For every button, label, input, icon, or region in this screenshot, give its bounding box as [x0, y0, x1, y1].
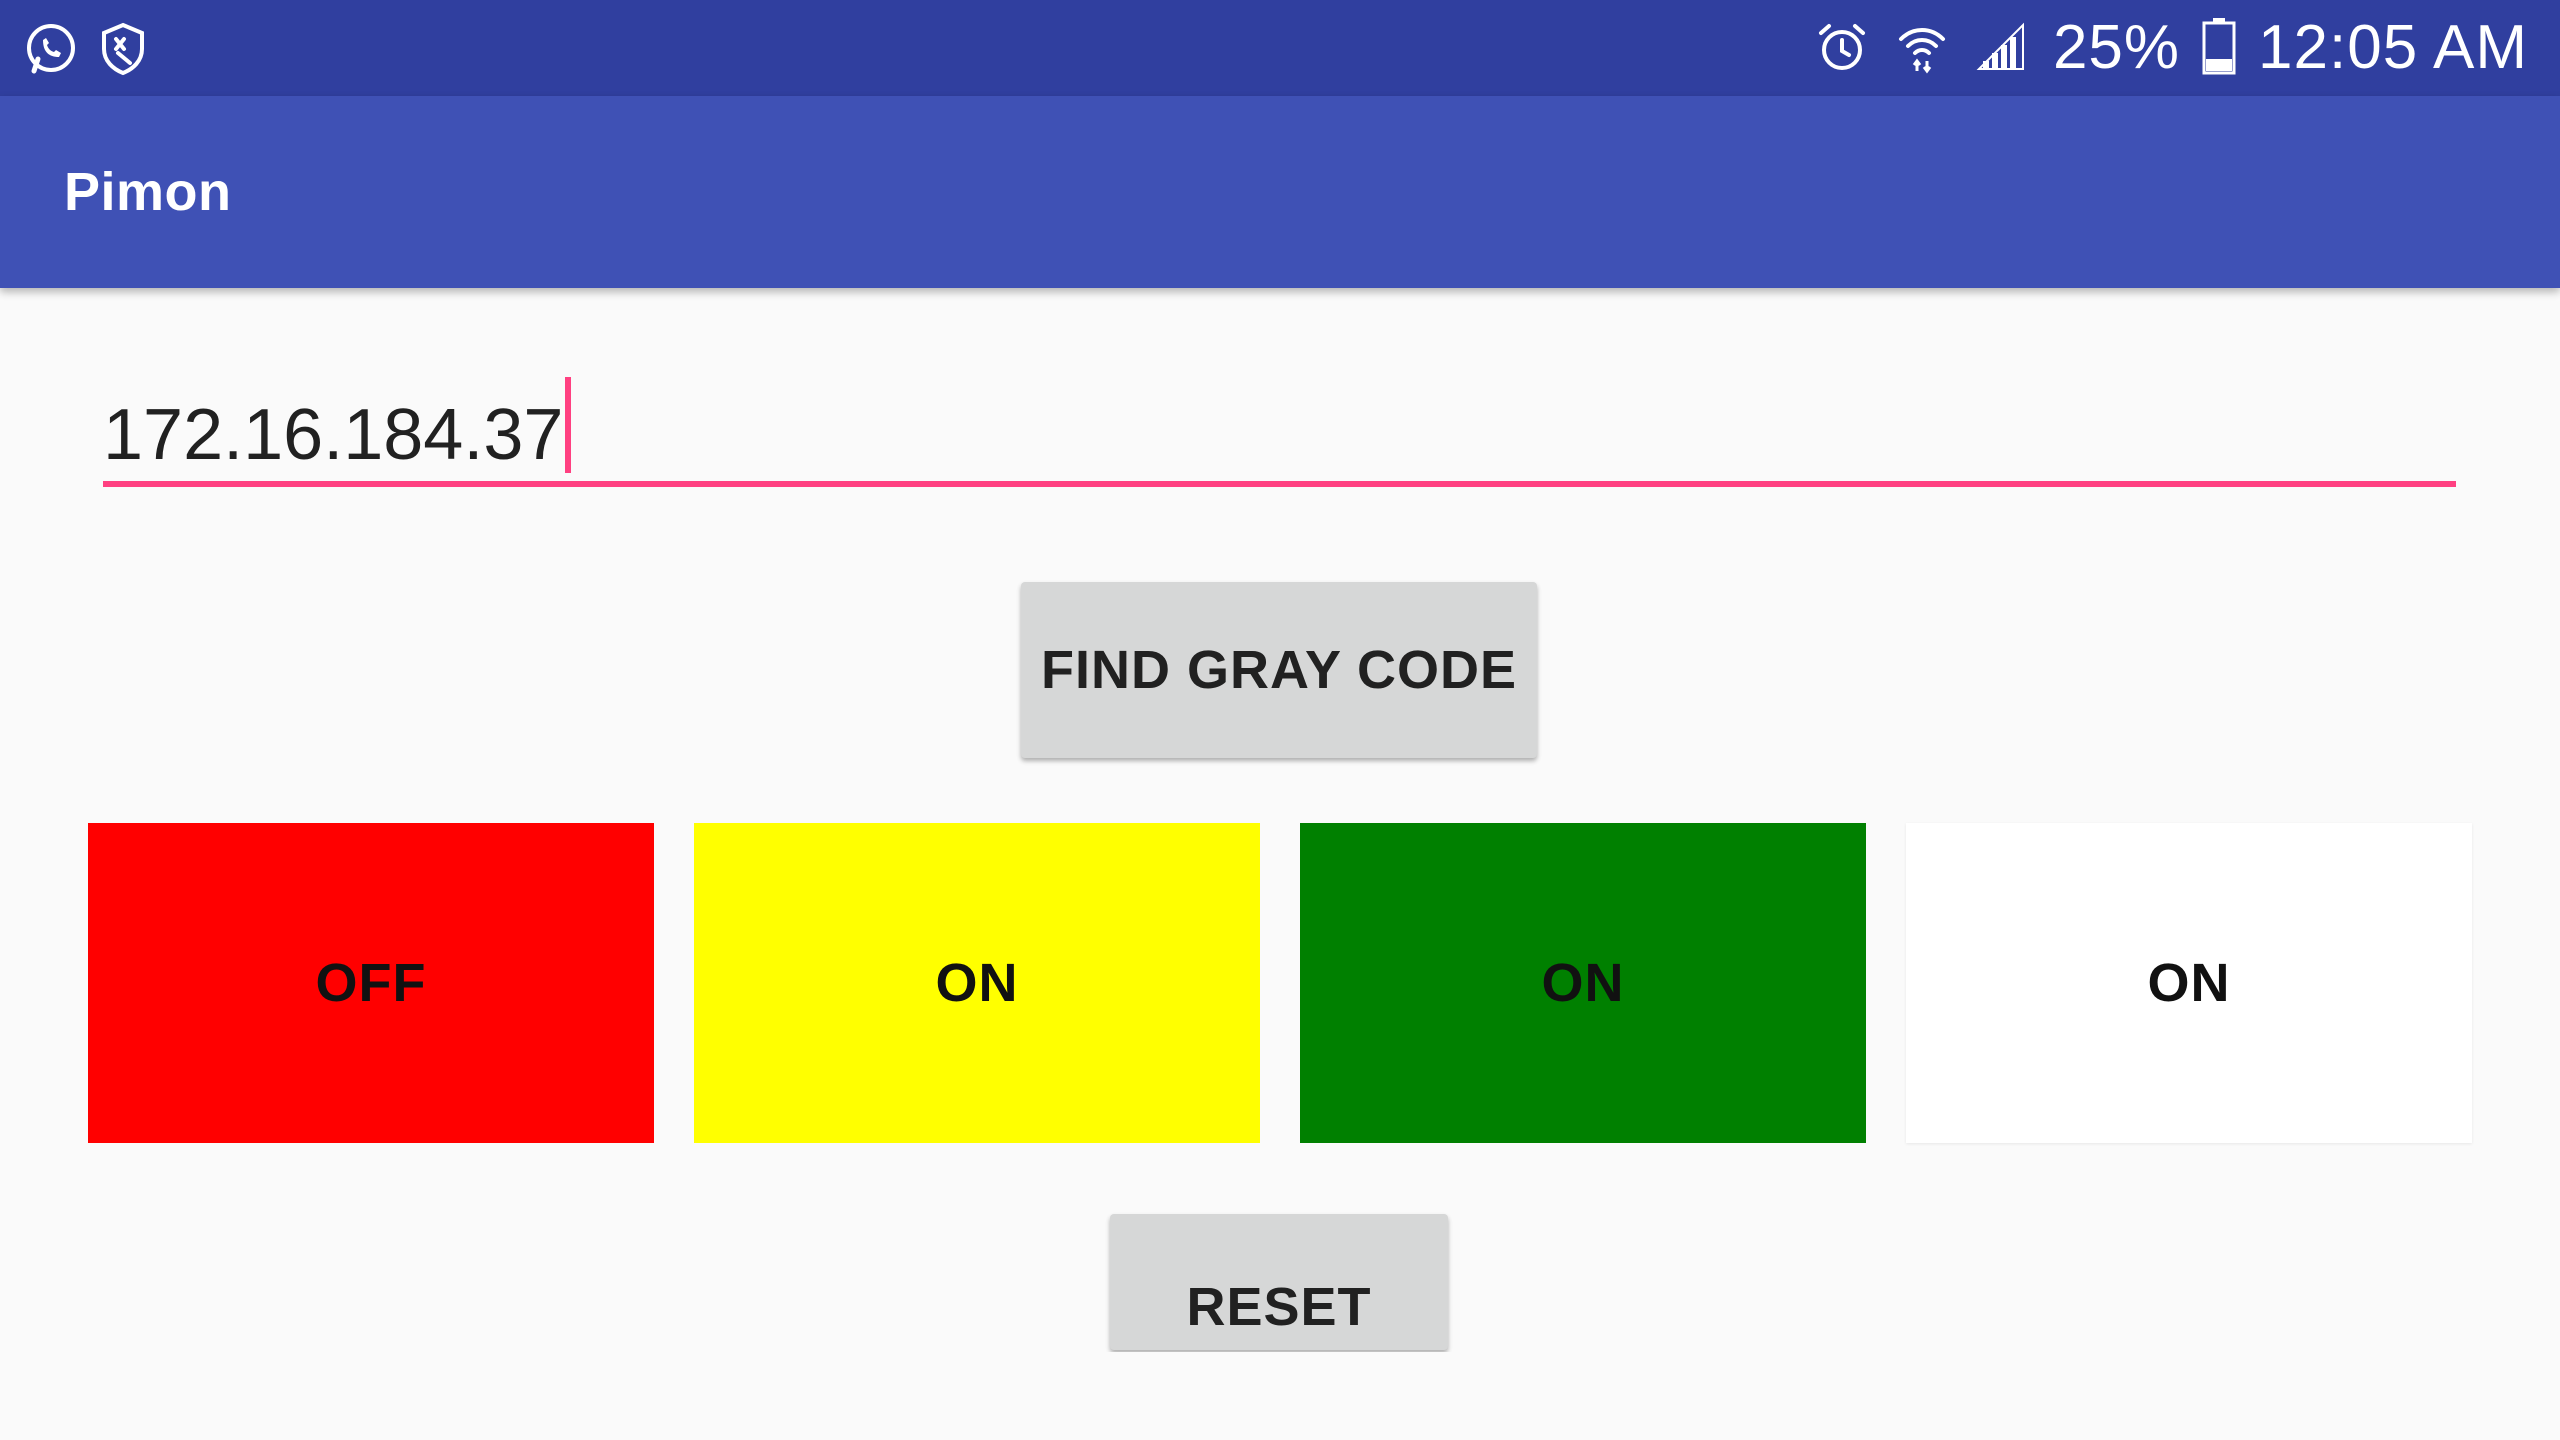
battery-percent: 25%: [2052, 13, 2181, 82]
find-gray-code-button[interactable]: FIND GRAY CODE: [1021, 582, 1537, 758]
app-bar: Pimon: [0, 96, 2560, 288]
bottom-edge: [0, 1352, 2560, 1440]
alarm-icon: [1813, 19, 1871, 77]
indicator-bit-3[interactable]: ON: [1300, 823, 1866, 1143]
indicator-bit-2[interactable]: ON: [694, 823, 1260, 1143]
status-left-icons: [22, 16, 152, 80]
gray-code-indicators: OFF ON ON ON: [88, 823, 2474, 1143]
app-title: Pimon: [64, 162, 232, 222]
ip-address-value[interactable]: 172.16.184.37: [103, 385, 563, 485]
clock: 12:05 AM: [2258, 13, 2528, 82]
battery-icon: [2202, 17, 2236, 80]
status-right-area: 25% 12:05 AM: [1813, 0, 2528, 96]
reset-button[interactable]: RESET: [1110, 1214, 1448, 1350]
signal-icon: [1973, 19, 2031, 77]
ip-address-field[interactable]: 172.16.184.37: [103, 375, 2456, 490]
wifi-icon: [1893, 19, 1951, 77]
app-screen: 25% 12:05 AM Pimon 172.16.184.37 FIND GR…: [0, 0, 2560, 1440]
indicator-bit-4[interactable]: ON: [1906, 823, 2472, 1143]
battery-fill: [2206, 58, 2233, 71]
indicator-label: ON: [935, 953, 1019, 1013]
text-cursor: [565, 377, 571, 473]
indicator-label: OFF: [315, 953, 427, 1013]
security-shield-icon: [94, 19, 152, 77]
ip-field-underline: [103, 481, 2456, 487]
indicator-label: ON: [1541, 953, 1625, 1013]
indicator-bit-1[interactable]: OFF: [88, 823, 654, 1143]
whatsapp-icon: [22, 19, 80, 77]
indicator-label: ON: [2147, 953, 2231, 1013]
status-bar: 25% 12:05 AM: [0, 0, 2560, 96]
